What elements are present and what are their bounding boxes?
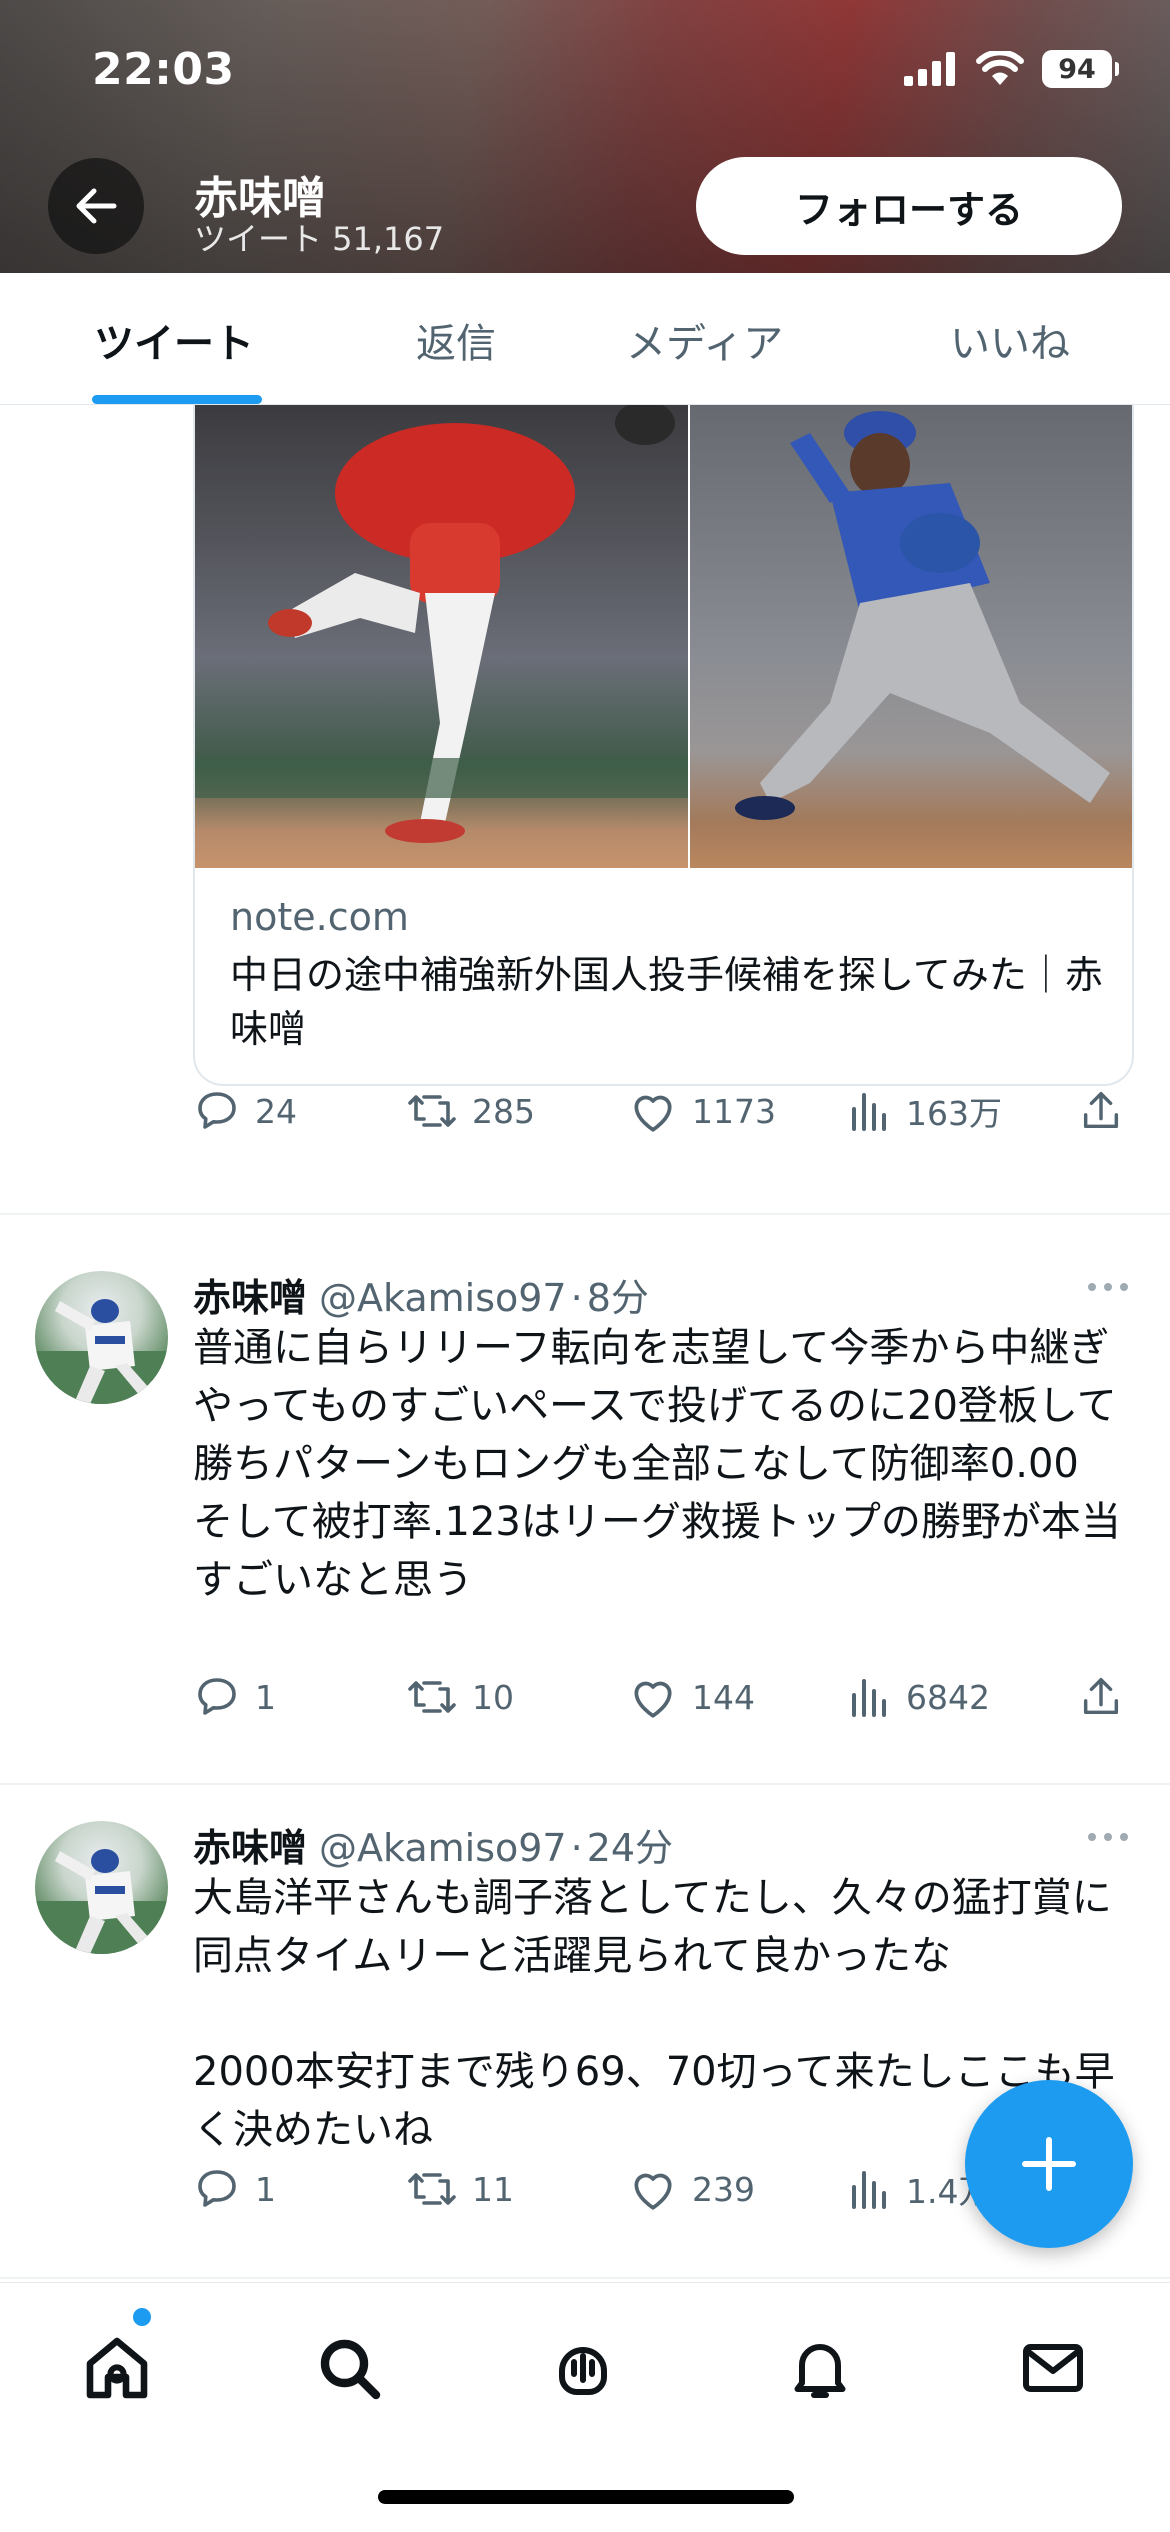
view-count: 6842: [906, 1677, 990, 1717]
tab-replies[interactable]: 返信: [416, 311, 496, 369]
wifi-icon: [976, 51, 1024, 85]
reply-count: 1: [255, 2169, 276, 2209]
reply-button[interactable]: 1: [193, 2165, 276, 2213]
reply-icon: [198, 1092, 236, 1129]
views-icon: [852, 1679, 886, 1717]
back-arrow-icon: [76, 188, 117, 224]
follow-button[interactable]: フォローする: [696, 157, 1122, 255]
share-button[interactable]: [1078, 1087, 1124, 1135]
more-options-icon[interactable]: [1086, 1827, 1130, 1847]
nav-notifications[interactable]: [775, 2323, 865, 2413]
tweet-header: 赤味噌 @Akamiso97 · 8分: [193, 1276, 649, 1320]
nav-spaces[interactable]: [538, 2323, 628, 2413]
profile-tabs: ツイート 返信 メディア いいね: [0, 273, 1170, 405]
views-icon: [852, 2171, 886, 2209]
tweet-header: 赤味噌 @Akamiso97 · 24分: [193, 1826, 674, 1870]
views-button[interactable]: 6842: [848, 1673, 990, 1721]
link-card[interactable]: note.com 中日の途中補強新外国人投手候補を探してみた｜赤味噌: [193, 405, 1134, 1086]
share-icon: [1083, 1092, 1119, 1129]
heart-icon: [634, 1681, 672, 1718]
tweet-time: 8分: [586, 1276, 649, 1320]
tweet-author-handle[interactable]: @Akamiso97: [319, 1826, 567, 1870]
retweet-button[interactable]: 11: [406, 2165, 514, 2213]
avatar[interactable]: [35, 1821, 168, 1954]
back-button[interactable]: [48, 158, 144, 254]
search-icon: [320, 2339, 381, 2400]
share-icon: [1083, 1678, 1119, 1715]
retweet-button[interactable]: 10: [406, 1673, 514, 1721]
tweet-author-name[interactable]: 赤味噌: [193, 1276, 307, 1320]
heart-icon: [634, 1095, 672, 1132]
link-card-domain: note.com: [230, 895, 409, 939]
reply-button[interactable]: 24: [193, 1087, 297, 1135]
retweet-icon: [408, 2173, 456, 2205]
retweet-count: 285: [472, 1091, 535, 1131]
retweet-button[interactable]: 285: [406, 1087, 535, 1135]
plus-icon: [1022, 2137, 1076, 2191]
compose-tweet-button[interactable]: [965, 2080, 1133, 2248]
home-indicator: [378, 2490, 794, 2504]
tweet-text: 普通に自らリリーフ転向を志望して今季から中継ぎやってものすごいペースで投げてるの…: [193, 1325, 1121, 1603]
home-icon: [86, 2337, 148, 2399]
reply-count: 24: [255, 1091, 297, 1131]
pitcher-photo-right: [690, 405, 1132, 868]
pitcher-photo-left: [195, 405, 688, 868]
like-count: 239: [692, 2169, 755, 2209]
tab-tweets[interactable]: ツイート: [94, 311, 254, 369]
tweet-divider: [0, 2277, 1170, 2279]
retweet-icon: [408, 1681, 456, 1713]
like-count: 144: [692, 1677, 755, 1717]
tweet-actions: 1 10 144 6842: [193, 1673, 1128, 1733]
status-icons: 94: [904, 50, 1119, 88]
share-button[interactable]: [1078, 1673, 1124, 1721]
link-card-title: 中日の途中補強新外国人投手候補を探してみた｜赤味噌: [230, 953, 1103, 1051]
signal-icon: [904, 52, 955, 86]
tweet-count: ツイート 51,167: [194, 220, 445, 258]
tweet-author-handle[interactable]: @Akamiso97: [319, 1276, 567, 1320]
tweet-divider: [0, 1213, 1170, 1215]
tweet-divider: [0, 1783, 1170, 1785]
more-options-icon[interactable]: [1086, 1277, 1130, 1297]
tweet-feed[interactable]: note.com 中日の途中補強新外国人投手候補を探してみた｜赤味噌 24 28…: [0, 405, 1170, 2280]
views-icon: [852, 1093, 886, 1131]
retweet-count: 11: [472, 2169, 514, 2209]
retweet-icon: [408, 1095, 456, 1127]
like-button[interactable]: 144: [628, 1673, 755, 1721]
reply-icon: [198, 2170, 236, 2207]
messages-icon: [1023, 2344, 1083, 2392]
battery-indicator: 94: [1042, 50, 1119, 88]
like-count: 1173: [692, 1091, 776, 1131]
like-button[interactable]: 1173: [628, 1087, 776, 1135]
tab-likes[interactable]: いいね: [950, 311, 1070, 369]
status-bar: 22:03 94: [0, 0, 1170, 150]
avatar[interactable]: [35, 1271, 168, 1404]
retweet-count: 10: [472, 1677, 514, 1717]
tweet-actions: 24 285 1173 163万: [193, 1087, 1128, 1147]
home-notification-dot: [133, 2308, 151, 2326]
status-time: 22:03: [92, 44, 235, 95]
spaces-icon: [559, 2347, 607, 2395]
notifications-icon: [794, 2344, 846, 2398]
reply-count: 1: [255, 1677, 276, 1717]
tweet-author-name[interactable]: 赤味噌: [193, 1826, 307, 1870]
profile-header: 22:03 94 赤味噌 ツイート 51,167 フォローする: [0, 0, 1170, 273]
heart-icon: [634, 2173, 672, 2210]
views-button[interactable]: 163万: [848, 1087, 1002, 1135]
reply-icon: [198, 1678, 236, 1715]
nav-search[interactable]: [304, 2323, 394, 2413]
nav-messages[interactable]: [1008, 2323, 1098, 2413]
active-tab-indicator: [92, 395, 262, 404]
view-count: 163万: [906, 1094, 1002, 1133]
nav-home[interactable]: [72, 2323, 162, 2413]
tab-media[interactable]: メディア: [626, 311, 783, 369]
reply-button[interactable]: 1: [193, 1673, 276, 1721]
like-button[interactable]: 239: [628, 2165, 755, 2213]
tweet-time: 24分: [586, 1826, 674, 1870]
link-card-images: [195, 405, 1132, 868]
